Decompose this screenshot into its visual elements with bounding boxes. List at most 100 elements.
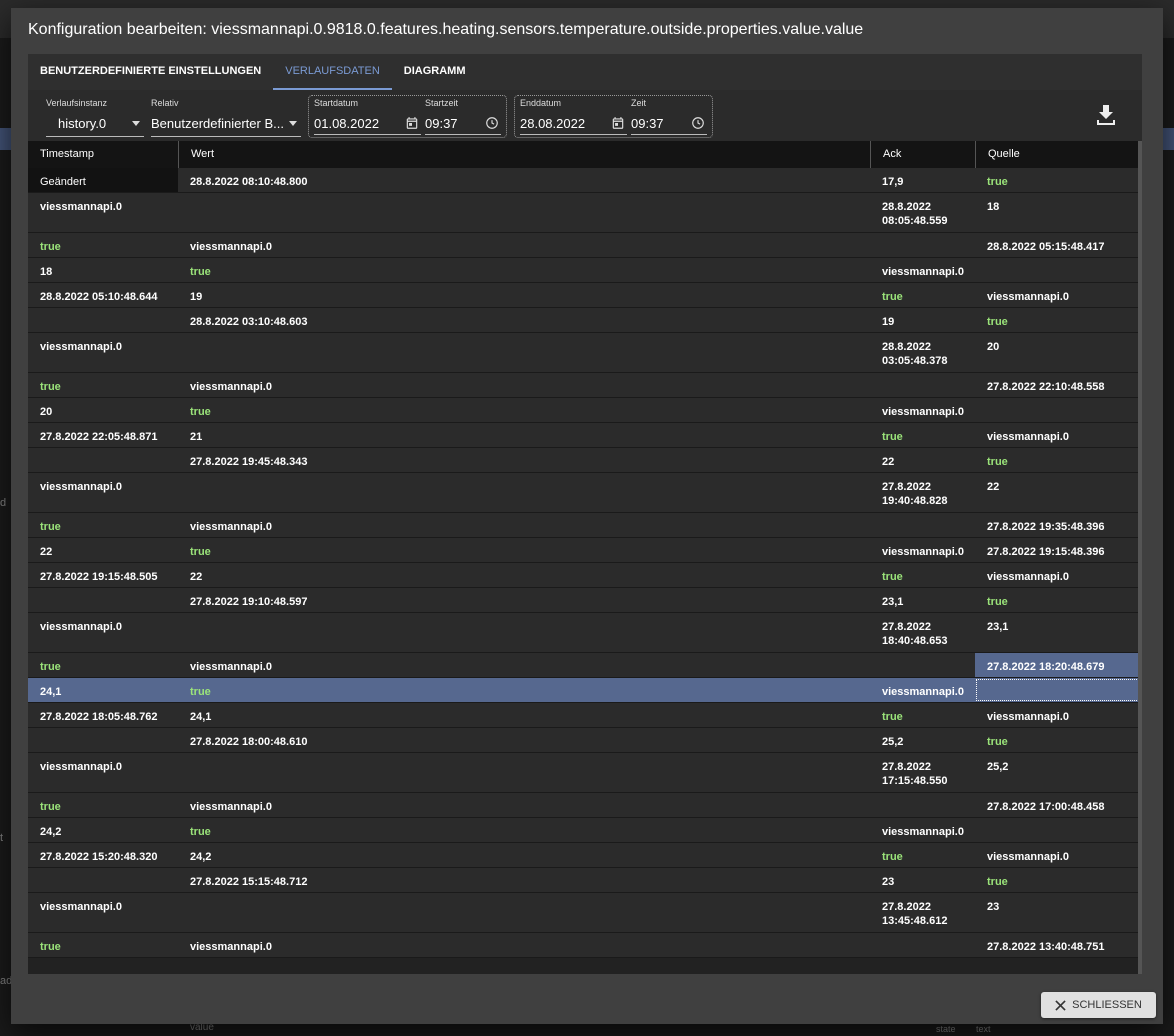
table-cell[interactable]: 27.8.2022 17:15:48.550: [870, 753, 975, 792]
column-header-value[interactable]: Wert: [178, 141, 870, 168]
table-cell[interactable]: [178, 753, 870, 792]
table-row[interactable]: viessmannapi.0 28.8.2022 08:05:48.559 18: [28, 193, 1142, 233]
table-cell[interactable]: [870, 373, 975, 397]
table-cell[interactable]: [178, 473, 870, 512]
table-cell[interactable]: [870, 233, 975, 257]
table-cell[interactable]: 20: [975, 333, 1142, 372]
table-cell[interactable]: true: [870, 283, 975, 307]
table-cell[interactable]: viessmannapi.0: [178, 373, 870, 397]
table-cell[interactable]: 27.8.2022 19:15:48.505: [28, 563, 178, 587]
table-cell[interactable]: viessmannapi.0: [870, 398, 975, 422]
table-cell[interactable]: 27.8.2022 18:05:48.762: [28, 703, 178, 727]
table-row[interactable]: 27.8.2022 22:05:48.871 21 true viessmannapi…: [28, 423, 1142, 448]
table-cell[interactable]: true: [975, 308, 1142, 332]
table-row[interactable]: Geändert 28.8.2022 08:10:48.800 17,9 true: [28, 168, 1142, 193]
relative-select[interactable]: Relativ Benutzerdefinierter B...: [151, 90, 301, 141]
table-cell[interactable]: viessmannapi.0: [178, 233, 870, 257]
table-cell[interactable]: [975, 818, 1142, 842]
table-cell[interactable]: 27.8.2022 19:45:48.343: [178, 448, 870, 472]
table-cell[interactable]: true: [975, 168, 1142, 192]
table-cell[interactable]: true: [870, 843, 975, 867]
table-cell[interactable]: [28, 728, 178, 752]
table-cell[interactable]: 24,2: [178, 843, 870, 867]
table-cell[interactable]: 20: [28, 398, 178, 422]
table-row[interactable]: true viessmannapi.0 27.8.2022 17:00:48.458: [28, 793, 1142, 818]
table-cell[interactable]: [28, 588, 178, 612]
table-row[interactable]: 18 true viessmannapi.0: [28, 258, 1142, 283]
table-cell[interactable]: viessmannapi.0: [870, 678, 975, 702]
start-time-field[interactable]: Startzeit 09:37: [425, 90, 501, 141]
column-header-timestamp[interactable]: Timestamp: [28, 141, 178, 168]
table-cell[interactable]: true: [975, 728, 1142, 752]
scrollbar[interactable]: [1138, 141, 1142, 974]
table-cell[interactable]: 18: [975, 193, 1142, 232]
table-cell[interactable]: 27.8.2022 22:10:48.558: [975, 373, 1142, 397]
table-cell[interactable]: true: [975, 448, 1142, 472]
tab-chart[interactable]: DIAGRAMM: [392, 54, 478, 90]
table-cell[interactable]: 27.8.2022 18:20:48.679: [975, 653, 1142, 677]
table-row[interactable]: viessmannapi.0 27.8.2022 17:15:48.550 25,2: [28, 753, 1142, 793]
table-cell[interactable]: [178, 193, 870, 232]
table-cell[interactable]: 28.8.2022 05:15:48.417: [975, 233, 1142, 257]
table-cell[interactable]: 23: [870, 868, 975, 892]
table-row[interactable]: true viessmannapi.0 27.8.2022 19:35:48.396: [28, 513, 1142, 538]
table-row[interactable]: 27.8.2022 19:15:48.505 22 true viessmannapi…: [28, 563, 1142, 588]
instance-select[interactable]: Verlaufsinstanz history.0: [46, 90, 144, 141]
table-cell[interactable]: [975, 258, 1142, 282]
table-row[interactable]: viessmannapi.0 27.8.2022 18:40:48.653 23,1: [28, 613, 1142, 653]
table-row[interactable]: 27.8.2022 19:10:48.597 23,1 true: [28, 588, 1142, 613]
table-row[interactable]: 27.8.2022 18:00:48.610 25,2 true: [28, 728, 1142, 753]
table-cell[interactable]: 27.8.2022 22:05:48.871: [28, 423, 178, 447]
table-row[interactable]: 27.8.2022 15:15:48.712 23 true: [28, 868, 1142, 893]
table-cell[interactable]: 27.8.2022 18:40:48.653: [870, 613, 975, 652]
table-cell[interactable]: [28, 308, 178, 332]
table-cell[interactable]: viessmannapi.0: [28, 333, 178, 372]
table-cell[interactable]: 27.8.2022 19:15:48.396: [975, 538, 1142, 562]
table-cell[interactable]: viessmannapi.0: [975, 563, 1142, 587]
table-cell[interactable]: 22: [975, 473, 1142, 512]
table-cell[interactable]: true: [178, 398, 870, 422]
table-cell[interactable]: 22: [178, 563, 870, 587]
table-cell[interactable]: [870, 653, 975, 677]
table-cell[interactable]: true: [28, 793, 178, 817]
table-cell[interactable]: true: [178, 538, 870, 562]
table-cell[interactable]: viessmannapi.0: [178, 793, 870, 817]
table-cell[interactable]: true: [870, 423, 975, 447]
table-cell[interactable]: [870, 513, 975, 537]
table-cell[interactable]: viessmannapi.0: [28, 753, 178, 792]
table-row[interactable]: 28.8.2022 03:10:48.603 19 true: [28, 308, 1142, 333]
table-row[interactable]: 24,1 true viessmannapi.0: [28, 678, 1142, 703]
end-date-field[interactable]: Enddatum 28.08.2022: [520, 90, 627, 141]
table-cell[interactable]: viessmannapi.0: [28, 613, 178, 652]
download-icon[interactable]: [1094, 103, 1118, 129]
table-cell[interactable]: [28, 868, 178, 892]
table-row[interactable]: 27.8.2022 19:45:48.343 22 true: [28, 448, 1142, 473]
table-cell[interactable]: true: [28, 373, 178, 397]
table-cell[interactable]: true: [975, 588, 1142, 612]
table-row[interactable]: true viessmannapi.0 28.8.2022 05:15:48.417: [28, 233, 1142, 258]
table-cell[interactable]: 18: [28, 258, 178, 282]
table-cell[interactable]: [975, 678, 1142, 702]
table-row[interactable]: viessmannapi.0 27.8.2022 19:40:48.828 22: [28, 473, 1142, 513]
tab-custom-settings[interactable]: BENUTZERDEFINIERTE EINSTELLUNGEN: [28, 54, 273, 90]
table-cell[interactable]: viessmannapi.0: [975, 283, 1142, 307]
table-cell[interactable]: true: [28, 233, 178, 257]
table-cell[interactable]: 28.8.2022 03:05:48.378: [870, 333, 975, 372]
table-cell[interactable]: viessmannapi.0: [178, 933, 870, 957]
table-cell[interactable]: 27.8.2022 15:15:48.712: [178, 868, 870, 892]
table-cell[interactable]: 22: [28, 538, 178, 562]
table-row[interactable]: true viessmannapi.0 27.8.2022 13:40:48.751: [28, 933, 1142, 958]
table-cell[interactable]: 24,2: [28, 818, 178, 842]
tab-history-data[interactable]: VERLAUFSDATEN: [273, 54, 392, 90]
table-cell[interactable]: 28.8.2022 05:10:48.644: [28, 283, 178, 307]
table-cell[interactable]: 17,9: [870, 168, 975, 192]
table-cell[interactable]: viessmannapi.0: [28, 893, 178, 932]
table-cell[interactable]: viessmannapi.0: [178, 653, 870, 677]
table-cell[interactable]: 24,1: [28, 678, 178, 702]
table-row[interactable]: 22 true viessmannapi.0 27.8.2022 19:15:48.3…: [28, 538, 1142, 563]
table-cell[interactable]: viessmannapi.0: [870, 538, 975, 562]
close-button[interactable]: SCHLIESSEN: [1041, 992, 1156, 1018]
table-cell[interactable]: 27.8.2022 13:45:48.612: [870, 893, 975, 932]
table-cell[interactable]: 28.8.2022 08:10:48.800: [178, 168, 870, 192]
table-row[interactable]: viessmannapi.0 28.8.2022 03:05:48.378 20: [28, 333, 1142, 373]
